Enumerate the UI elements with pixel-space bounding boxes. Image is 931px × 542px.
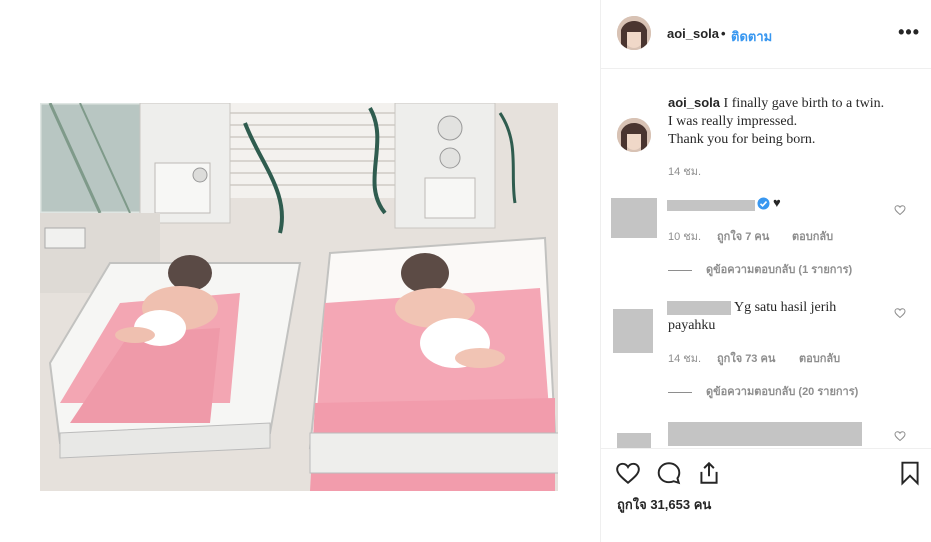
small-heart-icon[interactable] bbox=[894, 204, 906, 216]
separator-dot: • bbox=[721, 26, 726, 41]
redacted-avatar[interactable] bbox=[613, 309, 653, 353]
caption-line: I was really impressed. bbox=[668, 114, 798, 129]
redacted-avatar[interactable] bbox=[617, 433, 651, 448]
comment-likes[interactable]: ถูกใจ 7 คน bbox=[717, 227, 769, 245]
redacted-comment bbox=[668, 422, 862, 446]
caption-time[interactable]: 14 ชม. bbox=[668, 162, 701, 180]
comment-time[interactable]: 14 ชม. bbox=[668, 349, 701, 367]
post-side-panel: aoi_sola • ติดตาม ••• aoi_sola I finally… bbox=[600, 0, 931, 542]
replies-line bbox=[668, 269, 692, 271]
newborn-twins-photo bbox=[40, 103, 558, 491]
redacted-username[interactable] bbox=[667, 200, 755, 211]
small-heart-icon[interactable] bbox=[894, 307, 906, 319]
view-replies-button[interactable]: ดูข้อความตอบกลับ (20 รายการ) bbox=[668, 382, 858, 400]
post-photo[interactable] bbox=[40, 103, 558, 491]
heart-emoji: ♥ bbox=[773, 195, 781, 210]
caption-line: Thank you for being born. bbox=[668, 132, 816, 147]
redacted-avatar[interactable] bbox=[611, 198, 657, 238]
heart-icon[interactable] bbox=[615, 460, 641, 486]
reply-button[interactable]: ตอบกลับ bbox=[799, 349, 840, 367]
comments-list[interactable]: aoi_sola I finally gave birth to a twin.… bbox=[601, 70, 931, 448]
comment-text: Yg satu hasil jerih bbox=[734, 300, 837, 315]
avatar-photo-icon bbox=[617, 118, 651, 152]
caption-line: I finally gave birth to a twin. bbox=[723, 96, 885, 111]
view-replies-button[interactable]: ดูข้อความตอบกลับ (1 รายการ) bbox=[668, 260, 852, 278]
comment-text: payahku bbox=[668, 318, 716, 333]
redacted-username[interactable] bbox=[667, 301, 731, 315]
verified-badge-icon bbox=[757, 197, 770, 210]
caption-text: aoi_sola I finally gave birth to a twin.… bbox=[668, 94, 918, 149]
caption-avatar[interactable] bbox=[617, 118, 651, 152]
username-link[interactable]: aoi_sola bbox=[667, 26, 719, 41]
photo-area bbox=[0, 0, 600, 542]
more-options-icon[interactable]: ••• bbox=[898, 22, 920, 43]
avatar-photo-icon bbox=[617, 16, 651, 50]
comment-likes[interactable]: ถูกใจ 73 คน bbox=[717, 349, 775, 367]
view-replies-label: ดูข้อความตอบกลับ (1 รายการ) bbox=[706, 264, 853, 276]
post-header: aoi_sola • ติดตาม ••• bbox=[601, 0, 931, 69]
likes-count[interactable]: ถูกใจ 31,653 คน bbox=[617, 494, 711, 515]
follow-button[interactable]: ติดตาม bbox=[731, 26, 772, 47]
share-icon[interactable] bbox=[696, 460, 722, 486]
post-actions: ถูกใจ 31,653 คน bbox=[601, 448, 931, 542]
comment-bubble-icon[interactable] bbox=[656, 460, 682, 486]
avatar[interactable] bbox=[617, 16, 651, 50]
bookmark-icon[interactable] bbox=[897, 460, 923, 486]
reply-button[interactable]: ตอบกลับ bbox=[792, 227, 833, 245]
caption-username[interactable]: aoi_sola bbox=[668, 95, 720, 110]
replies-line bbox=[668, 391, 692, 393]
view-replies-label: ดูข้อความตอบกลับ (20 รายการ) bbox=[706, 386, 859, 398]
comment-time[interactable]: 10 ชม. bbox=[668, 227, 701, 245]
small-heart-icon[interactable] bbox=[894, 430, 906, 442]
